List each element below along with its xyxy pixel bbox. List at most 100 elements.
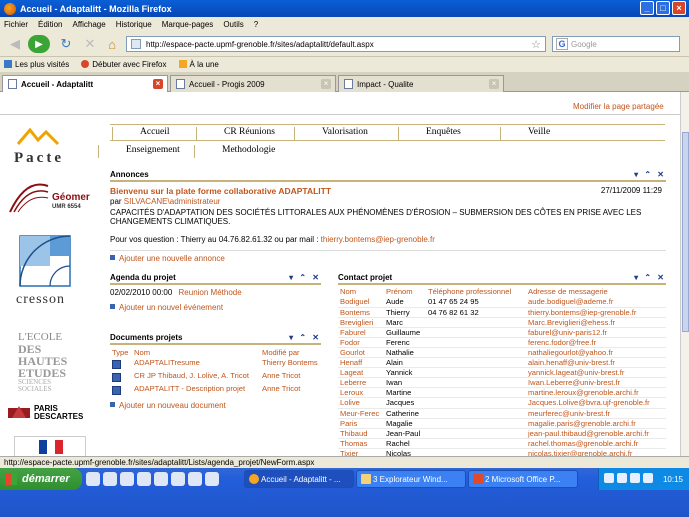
column-header-email[interactable]: Adresse de messagerie — [526, 286, 666, 297]
bookmark-news[interactable]: À la une — [178, 60, 219, 69]
contact-nom[interactable]: Bodiguel — [338, 297, 384, 307]
contact-nom[interactable]: Gourlot — [338, 347, 384, 357]
annonce-headline[interactable]: Bienvenu sur la plate forme collaborativ… — [110, 186, 666, 196]
bookmark-getting-started[interactable]: Débuter avec Firefox — [81, 60, 167, 69]
contact-nom[interactable]: Breviglieri — [338, 317, 384, 327]
column-header-type[interactable]: Type — [110, 347, 132, 358]
quicklaunch-icon[interactable] — [120, 472, 134, 486]
contact-mail[interactable]: Iwan.Leberre@univ-brest.fr — [526, 378, 666, 388]
quicklaunch-icon[interactable] — [137, 472, 151, 486]
quicklaunch-icon[interactable] — [171, 472, 185, 486]
tray-icon[interactable] — [630, 473, 640, 483]
forward-icon[interactable]: ▶ — [28, 35, 50, 53]
webpart-tools-icon[interactable]: ▾ ⌃ ✕ — [634, 170, 666, 179]
clock[interactable]: 10:15 — [663, 475, 683, 484]
contact-nom[interactable]: Paris — [338, 418, 384, 428]
quicklaunch-icon[interactable] — [86, 472, 100, 486]
contact-nom[interactable]: Leberre — [338, 378, 384, 388]
tab-close-icon[interactable]: × — [489, 79, 499, 89]
taskbar-item-office[interactable]: 2 Microsoft Office P... — [468, 470, 578, 488]
nav-enseignement[interactable]: Enseignement — [98, 145, 180, 158]
bookmark-star-icon[interactable]: ☆ — [531, 38, 541, 51]
annonce-author-link[interactable]: SILVACANE\administrateur — [124, 197, 221, 206]
contact-nom[interactable]: Faburel — [338, 327, 384, 337]
nav-cr-reunions[interactable]: CR Réunions — [196, 127, 275, 140]
menu-marque-pages[interactable]: Marque-pages — [162, 20, 214, 29]
close-window-button[interactable]: × — [672, 1, 686, 15]
add-announcement-link[interactable]: Ajouter une nouvelle annonce — [110, 254, 225, 263]
modify-shared-page-link[interactable]: Modifier la page partagée — [573, 102, 664, 111]
quicklaunch-icon[interactable] — [103, 472, 117, 486]
column-header-nom[interactable]: Nom — [132, 347, 260, 358]
contact-nom[interactable]: Meur-Ferec — [338, 408, 384, 418]
tray-icon[interactable] — [643, 473, 653, 483]
tray-icon[interactable] — [617, 473, 627, 483]
tray-icon[interactable] — [604, 473, 614, 483]
contact-mail[interactable]: jean-paul.thibaud@grenoble.archi.fr — [526, 428, 666, 438]
start-button[interactable]: démarrer — [0, 468, 82, 490]
annonce-contact-email[interactable]: thierry.bontems@iep-grenoble.fr — [321, 235, 435, 244]
tab-close-icon[interactable]: × — [321, 79, 331, 89]
tab-impact-qualite[interactable]: Impact - Qualite × — [338, 75, 504, 92]
column-header-prenom[interactable]: Prénom — [384, 286, 426, 297]
add-event-link[interactable]: Ajouter un nouvel événement — [110, 303, 223, 312]
contact-mail[interactable]: yannick.lageat@univ-brest.fr — [526, 368, 666, 378]
contact-mail[interactable]: aude.bodiguel@ademe.fr — [526, 297, 666, 307]
menu-fichier[interactable]: Fichier — [4, 20, 28, 29]
tab-accueil-adaptalitt[interactable]: Accueil - Adaptalitt × — [2, 75, 168, 92]
quicklaunch-icon[interactable] — [154, 472, 168, 486]
column-header-modifie-par[interactable]: Modifié par — [260, 347, 321, 358]
contact-nom[interactable]: Bontems — [338, 307, 384, 317]
tab-close-icon[interactable]: × — [153, 79, 163, 89]
menu-edition[interactable]: Édition — [38, 20, 62, 29]
contact-nom[interactable]: Henaff — [338, 358, 384, 368]
contact-mail[interactable]: nathaliegourlot@yahoo.fr — [526, 347, 666, 357]
contact-mail[interactable]: Marc.Breviglieri@ehess.fr — [526, 317, 666, 327]
menu-historique[interactable]: Historique — [116, 20, 152, 29]
contact-nom[interactable]: Thomas — [338, 438, 384, 448]
nav-veille[interactable]: Veille — [499, 127, 550, 140]
contact-mail[interactable]: rachel.thomas@grenoble.archi.fr — [526, 438, 666, 448]
contact-mail[interactable]: magalie.paris@grenoble.archi.fr — [526, 418, 666, 428]
back-icon[interactable]: ◀ — [4, 35, 26, 53]
home-icon[interactable]: ⌂ — [104, 35, 120, 53]
contact-nom[interactable]: Leroux — [338, 388, 384, 398]
nav-methodologie[interactable]: Methodologie — [193, 145, 275, 158]
tab-progis[interactable]: Accueil - Progis 2009 × — [170, 75, 336, 92]
document-icon[interactable] — [112, 386, 121, 395]
quicklaunch-icon[interactable] — [188, 472, 202, 486]
contact-mail[interactable]: nicolas.tixier@grenoble.archi.fr — [526, 448, 666, 456]
bookmark-most-visited[interactable]: Les plus visités — [4, 60, 69, 69]
scrollbar-thumb[interactable] — [682, 132, 689, 332]
reload-icon[interactable]: ↻ — [58, 35, 74, 53]
stop-icon[interactable]: ✕ — [82, 35, 98, 53]
taskbar-item-explorer[interactable]: 3 Explorateur Wind... — [356, 470, 466, 488]
menu-help[interactable]: ? — [254, 20, 258, 29]
agenda-event[interactable]: 02/02/2010 00:00 Reunion Méthode — [110, 288, 321, 297]
search-bar[interactable]: G Google — [552, 36, 680, 52]
contact-nom[interactable]: Tixier — [338, 448, 384, 456]
menu-outils[interactable]: Outils — [223, 20, 243, 29]
nav-accueil[interactable]: Accueil — [112, 127, 170, 140]
contact-mail[interactable]: ferenc.fodor@free.fr — [526, 337, 666, 347]
nav-valorisation[interactable]: Valorisation — [294, 127, 368, 140]
contact-mail[interactable]: thierry.bontems@iep-grenoble.fr — [526, 307, 666, 317]
nav-enquetes[interactable]: Enquêtes — [398, 127, 461, 140]
webpart-tools-icon[interactable]: ▾ ⌃ ✕ — [289, 333, 321, 342]
quicklaunch-icon[interactable] — [205, 472, 219, 486]
menu-affichage[interactable]: Affichage — [72, 20, 105, 29]
contact-nom[interactable]: Lageat — [338, 368, 384, 378]
webpart-tools-icon[interactable]: ▾ ⌃ ✕ — [634, 273, 666, 282]
webpart-tools-icon[interactable]: ▾ ⌃ ✕ — [289, 273, 321, 282]
add-document-link[interactable]: Ajouter un nouveau document — [110, 401, 226, 410]
contact-mail[interactable]: faburel@univ-paris12.fr — [526, 327, 666, 337]
vertical-scrollbar[interactable] — [680, 92, 689, 456]
contact-mail[interactable]: alain.henaff@univ-brest.fr — [526, 358, 666, 368]
url-bar[interactable]: http://espace-pacte.upmf-grenoble.fr/sit… — [126, 36, 546, 52]
contact-nom[interactable]: Fodor — [338, 337, 384, 347]
contact-nom[interactable]: Lolive — [338, 398, 384, 408]
contact-mail[interactable]: Jacques.Lolive@bvra.ujf-grenoble.fr — [526, 398, 666, 408]
contact-mail[interactable]: martine.leroux@grenoble.archi.fr — [526, 388, 666, 398]
google-icon[interactable]: G — [556, 38, 568, 50]
minimize-button[interactable]: _ — [640, 1, 654, 15]
